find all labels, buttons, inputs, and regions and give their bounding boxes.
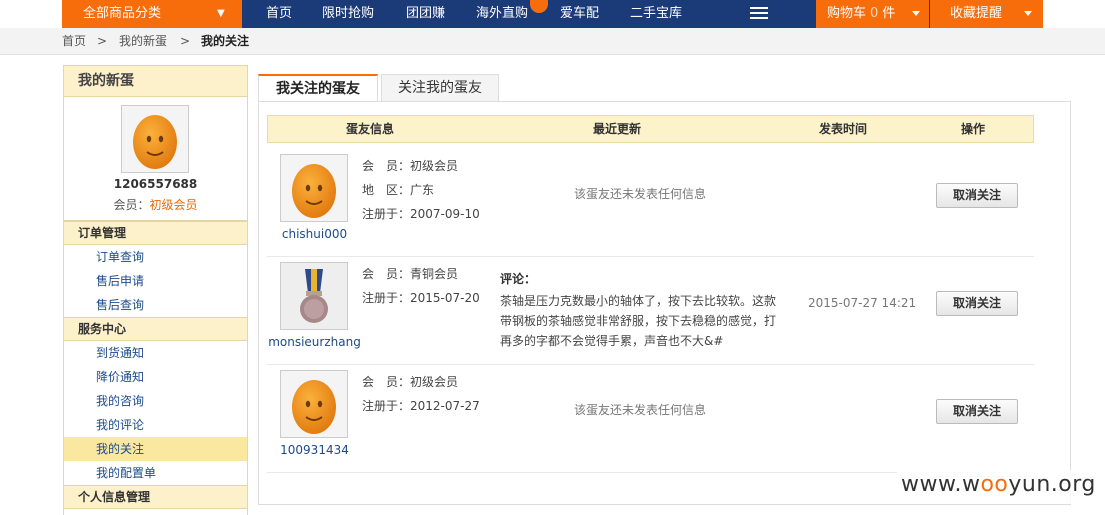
user-id: 1206557688 (113, 177, 198, 191)
favorites-label: 收藏提醒 (950, 6, 1003, 21)
username-link[interactable]: monsieurzhang (267, 335, 362, 349)
avatar[interactable] (280, 154, 348, 222)
follow-list-panel: 蛋友信息 最近更新 发表时间 操作 chishui000 会 员：初级会员 地 … (258, 101, 1071, 505)
register-date: 注册于：2015-07-20 (362, 291, 480, 305)
cart-unit: 件 (882, 6, 896, 21)
nav-group-earn[interactable]: 团团赚 (406, 0, 445, 28)
breadcrumb-home[interactable]: 首页 (62, 28, 86, 54)
breadcrumb-current: 我的关注 (201, 34, 250, 48)
cart-label: 购物车 (827, 6, 867, 21)
header-latest-update: 最近更新 (593, 122, 642, 136)
dropdown-arrow-icon (912, 11, 920, 16)
member-level: 会 员：青铜会员 (362, 267, 459, 281)
breadcrumb-separator: > (180, 34, 191, 48)
register-date: 注册于：2007-09-10 (362, 207, 480, 221)
cart-button[interactable]: 购物车 0 件 (816, 0, 929, 28)
watermark: www.wooyun.org (897, 470, 1105, 504)
sidebar-item-my-follows[interactable]: 我的关注 (64, 437, 247, 461)
favorites-button[interactable]: 收藏提醒 (930, 0, 1043, 28)
breadcrumb-my-newegg[interactable]: 我的新蛋 (119, 28, 167, 54)
medal-avatar-icon (281, 263, 347, 329)
nav-car-parts[interactable]: 爱车配 (560, 0, 599, 28)
member-level: 会 员：初级会员 (362, 375, 459, 389)
member-prefix: 会员： (113, 198, 150, 212)
menu-icon[interactable] (750, 4, 770, 24)
user-profile: 1206557688 会员：初级会员 (64, 97, 247, 221)
header-post-time: 发表时间 (819, 122, 868, 136)
header-user-info: 蛋友信息 (346, 122, 395, 136)
member-level: 会员：初级会员 (64, 196, 247, 213)
egg-avatar-icon (133, 115, 177, 169)
member-level: 会 员：初级会员 (362, 159, 459, 173)
register-date: 注册于：2012-07-27 (362, 399, 480, 413)
avatar[interactable] (280, 262, 348, 330)
comment-label: 评论： (500, 272, 537, 286)
sidebar-item-my-reviews[interactable]: 我的评论 (64, 413, 247, 437)
breadcrumb: 首页 > 我的新蛋 > 我的关注 (0, 28, 1105, 55)
nav-flash-sale[interactable]: 限时抢购 (322, 0, 374, 28)
username-link[interactable]: 100931434 (267, 443, 362, 457)
section-personal-info: 个人信息管理 (64, 485, 247, 509)
tab-followers[interactable]: 关注我的蛋友 (381, 74, 499, 102)
sidebar-item-arrival-notice[interactable]: 到货通知 (64, 341, 247, 365)
unfollow-button[interactable]: 取消关注 (936, 291, 1018, 316)
all-categories-button[interactable]: 全部商品分类 ▼ (62, 0, 242, 28)
sidebar-item-aftersale-query[interactable]: 售后查询 (64, 293, 247, 317)
comment-text: 茶轴是压力克数最小的轴体了，按下去比较软。这款带钢板的茶轴感觉非常舒服，按下去稳… (500, 294, 777, 348)
avatar[interactable] (280, 370, 348, 438)
latest-update-empty: 该蛋友还未发表任何信息 (574, 187, 707, 201)
section-order-management: 订单管理 (64, 221, 247, 245)
region: 地 区：广东 (362, 183, 435, 197)
latest-update-empty: 该蛋友还未发表任何信息 (574, 403, 707, 417)
sidebar-item-aftersale-apply[interactable]: 售后申请 (64, 269, 247, 293)
avatar[interactable] (121, 105, 189, 173)
table-row: chishui000 会 员：初级会员 地 区：广东 注册于：2007-09-1… (267, 149, 1034, 257)
nav-second-hand[interactable]: 二手宝库 (630, 0, 682, 28)
watermark-text: www.wooyun.org (901, 472, 1096, 497)
sidebar-item-price-drop[interactable]: 降价通知 (64, 365, 247, 389)
nav-home[interactable]: 首页 (266, 0, 292, 28)
nav-overseas[interactable]: 海外直购 (476, 0, 528, 28)
header-actions: 操作 (961, 122, 986, 136)
chevron-down-icon: ▼ (217, 8, 225, 19)
sidebar-item-order-query[interactable]: 订单查询 (64, 245, 247, 269)
all-categories-label: 全部商品分类 (83, 6, 162, 21)
sidebar-title: 我的新蛋 (64, 66, 247, 97)
tab-following[interactable]: 我关注的蛋友 (258, 74, 378, 103)
section-service-center: 服务中心 (64, 317, 247, 341)
post-time: 2015-07-27 14:21 (808, 296, 917, 310)
egg-avatar-icon (292, 380, 336, 434)
egg-avatar-icon (292, 164, 336, 218)
table-header: 蛋友信息 最近更新 发表时间 操作 (267, 115, 1034, 143)
breadcrumb-separator: > (97, 34, 108, 48)
username-link[interactable]: chishui000 (267, 227, 362, 241)
tab-bar: 我关注的蛋友 关注我的蛋友 (258, 74, 1071, 103)
member-level-value[interactable]: 初级会员 (150, 198, 198, 212)
cart-count: 0 (870, 6, 879, 21)
top-navigation: 全部商品分类 ▼ 首页 限时抢购 团团赚 海外直购 爱车配 二手宝库 购物车 0 件… (0, 0, 1105, 28)
sidebar-item-my-configs[interactable]: 我的配置单 (64, 461, 247, 485)
dropdown-arrow-icon (1024, 11, 1032, 16)
table-row: 100931434 会 员：初级会员 注册于：2012-07-27 该蛋友还未发… (267, 365, 1034, 473)
table-row: monsieurzhang 会 员：青铜会员 注册于：2015-07-20 评论… (267, 257, 1034, 365)
sidebar-item-my-questions[interactable]: 我的咨询 (64, 389, 247, 413)
unfollow-button[interactable]: 取消关注 (936, 183, 1018, 208)
unfollow-button[interactable]: 取消关注 (936, 399, 1018, 424)
sidebar: 我的新蛋 1206557688 会员：初级会员 订单管理 订单查询 售后申请 售… (63, 65, 248, 515)
